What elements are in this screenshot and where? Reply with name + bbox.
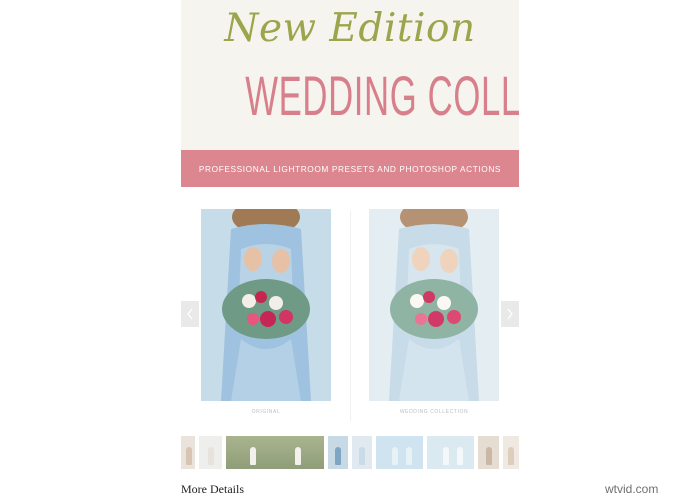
before-after-gallery: ORIGINAL WEDDING COLLECTION xyxy=(181,187,519,427)
next-slide-button[interactable] xyxy=(501,301,519,327)
thumbnail-4[interactable] xyxy=(328,436,348,469)
original-photo[interactable] xyxy=(201,209,331,401)
bride-bouquet-edited-illustration xyxy=(369,209,499,401)
gallery-divider xyxy=(350,211,351,421)
title-banner: New Edition WEDDING COLLECTION xyxy=(181,0,519,150)
thumbnail-2[interactable] xyxy=(198,436,223,469)
bride-bouquet-illustration xyxy=(201,209,331,401)
subtitle-text: PROFESSIONAL LIGHTROOM PRESETS AND PHOTO… xyxy=(198,163,502,174)
edited-photo[interactable] xyxy=(369,209,499,401)
chevron-right-icon xyxy=(507,308,513,320)
more-details-heading: More Details xyxy=(181,482,244,496)
thumbnail-6[interactable] xyxy=(375,436,423,469)
thumbnail-8[interactable] xyxy=(477,436,500,469)
original-caption: ORIGINAL xyxy=(251,409,281,415)
edited-caption: WEDDING COLLECTION xyxy=(399,409,469,415)
main-title: WEDDING COLLECTION xyxy=(245,64,519,127)
thumbnail-5[interactable] xyxy=(351,436,372,469)
thumbnail-3[interactable] xyxy=(226,436,325,469)
subtitle-bar: PROFESSIONAL LIGHTROOM PRESETS AND PHOTO… xyxy=(181,150,519,187)
thumbnail-strip xyxy=(181,436,519,469)
thumbnail-7[interactable] xyxy=(426,436,474,469)
script-title: New Edition xyxy=(224,6,476,51)
prev-slide-button[interactable] xyxy=(181,301,199,327)
chevron-left-icon xyxy=(187,308,193,320)
thumbnail-9[interactable] xyxy=(503,436,519,469)
thumbnail-1[interactable] xyxy=(181,436,195,469)
watermark: wtvid.com xyxy=(605,482,659,496)
product-listing: New Edition WEDDING COLLECTION PROFESSIO… xyxy=(181,0,519,499)
